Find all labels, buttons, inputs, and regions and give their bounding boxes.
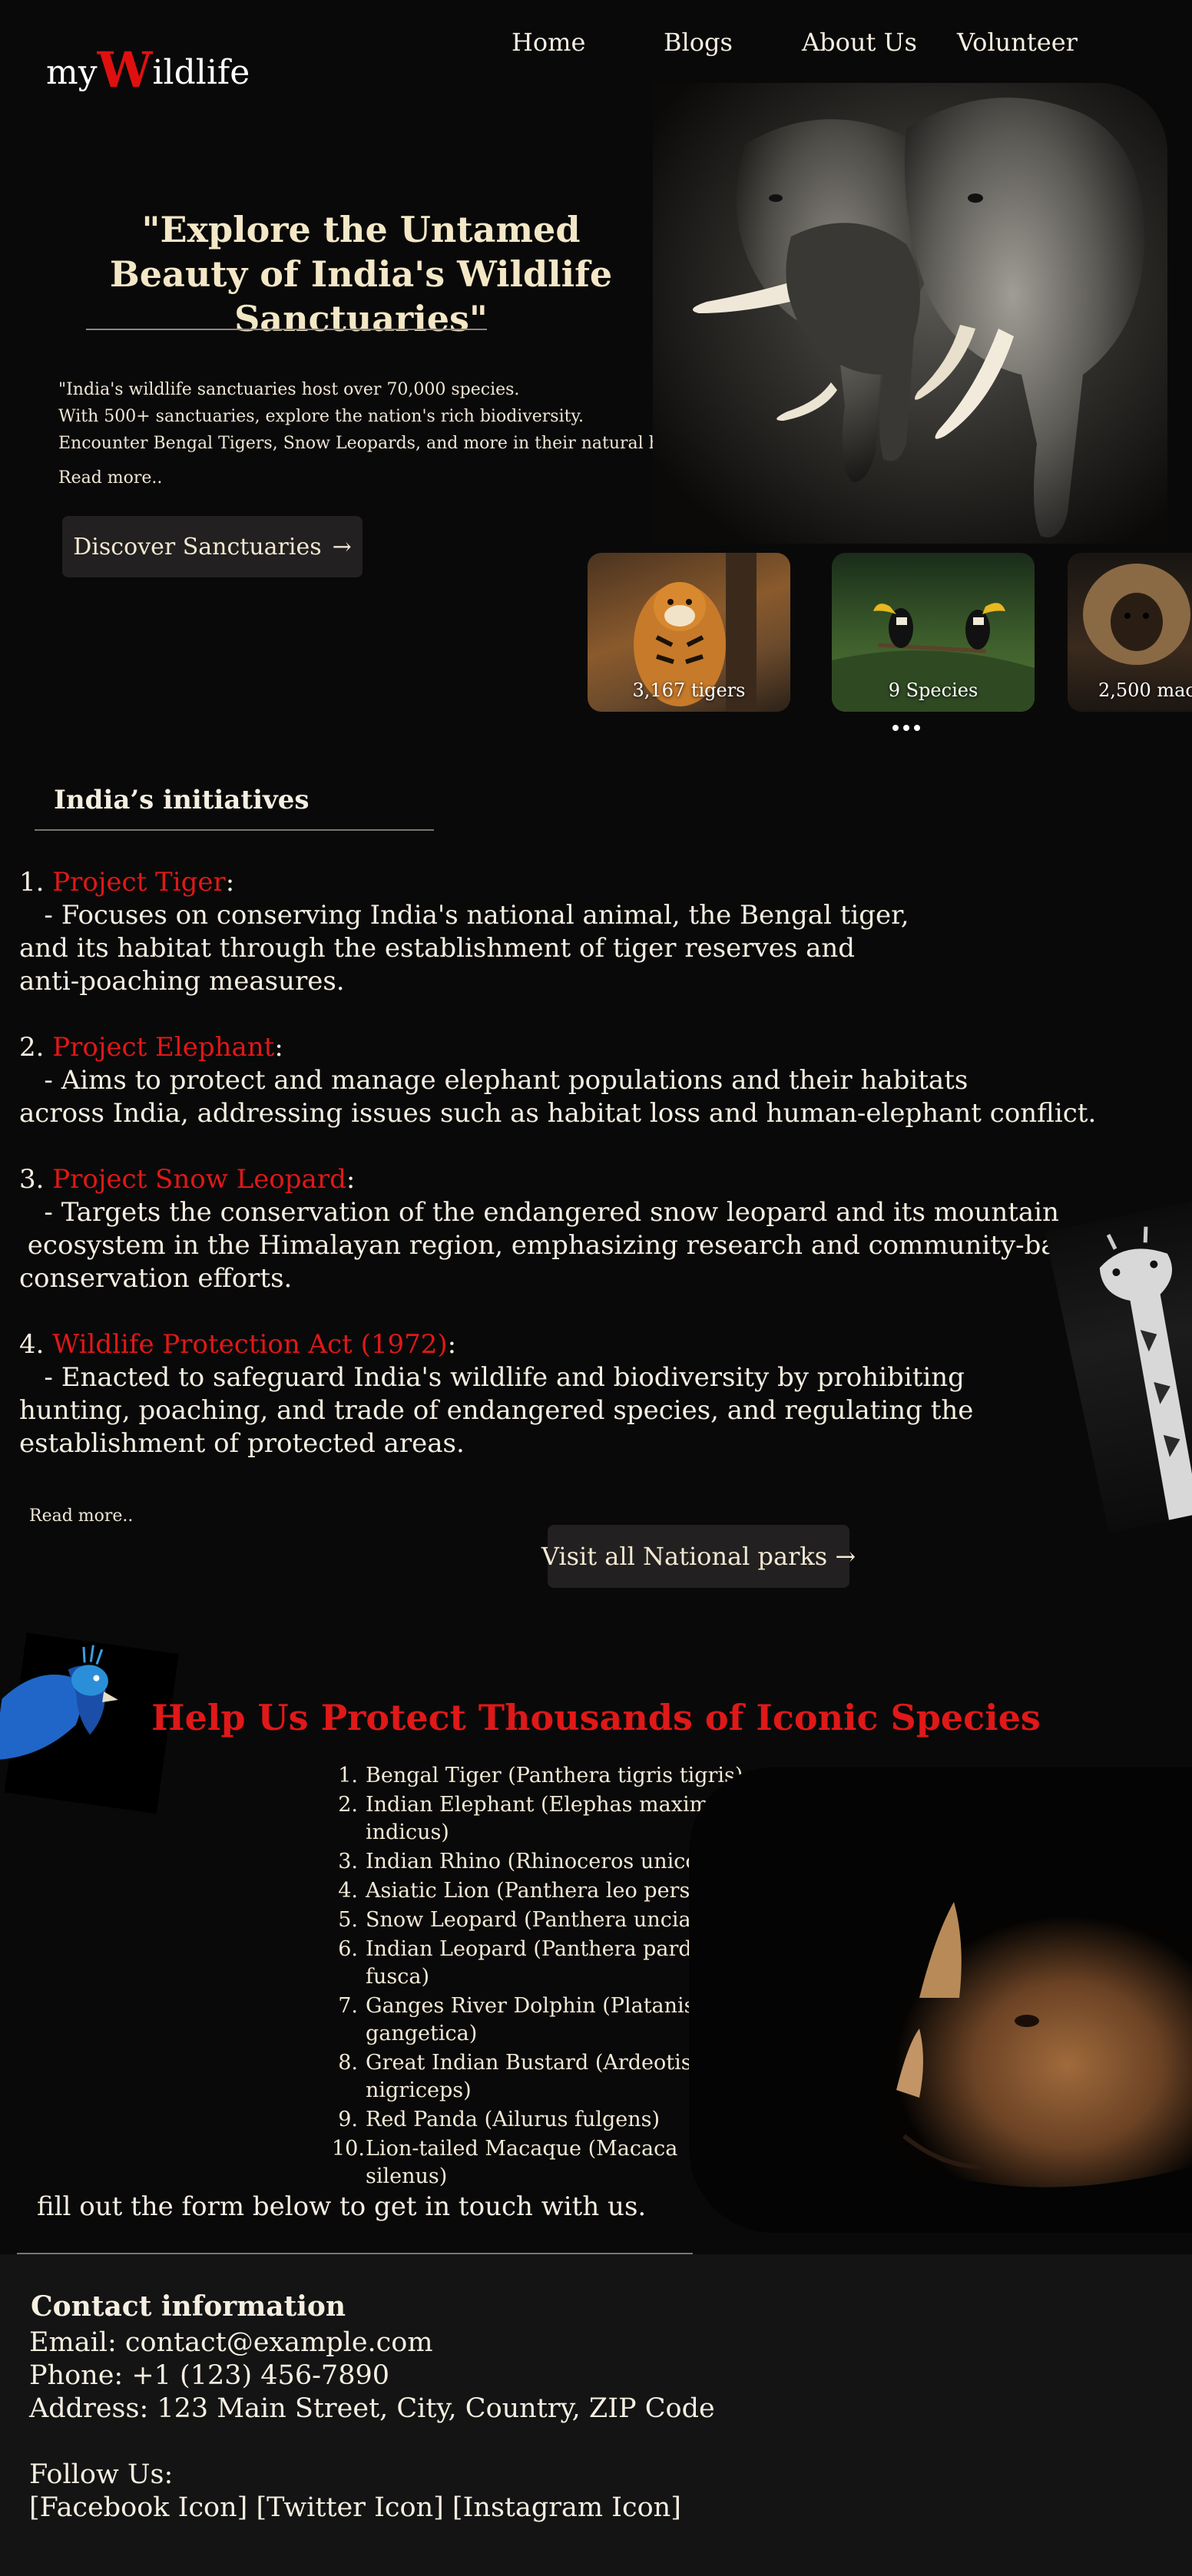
- form-prompt: fill out the form below to get in touch …: [37, 2191, 647, 2222]
- species-item: 1. Bengal Tiger (Panthera tigris tigris): [332, 1762, 762, 1790]
- species-name: Snow Leopard (Panthera uncia): [366, 1908, 700, 1932]
- initiatives-read-more-link[interactable]: Read more..: [29, 1506, 133, 1526]
- follow-us: Follow Us: [Facebook Icon] [Twitter Icon…: [29, 2459, 681, 2525]
- discover-sanctuaries-button[interactable]: Discover Sanctuaries →: [62, 516, 363, 577]
- initiative-line: hunting, poaching, and trade of endanger…: [19, 1395, 974, 1426]
- initiative-item: 1. Project Tiger: - Focuses on conservin…: [19, 866, 1094, 998]
- species-name: Asiatic Lion (Panthera leo persica): [366, 1879, 729, 1903]
- carousel-dot[interactable]: [892, 725, 899, 731]
- species-section-title: Help Us Protect Thousands of Iconic Spec…: [151, 1697, 1041, 1738]
- hero-quote-line: "India's wildlife sanctuaries host over …: [58, 380, 520, 399]
- contact-phone[interactable]: Phone: +1 (123) 456-7890: [29, 2359, 715, 2392]
- initiative-number: 2.: [19, 1032, 45, 1063]
- hero-quote-line: Encounter Bengal Tigers, Snow Leopards, …: [58, 434, 732, 453]
- initiative-name[interactable]: Project Snow Leopard: [52, 1164, 346, 1195]
- carousel-dot[interactable]: [903, 725, 909, 731]
- nav-about-us[interactable]: About Us: [802, 28, 917, 57]
- hero-quote-line: With 500+ sanctuaries, explore the natio…: [58, 407, 584, 426]
- initiative-line: establishment of protected areas.: [19, 1428, 465, 1459]
- rhino-illustration: [879, 1902, 1192, 2187]
- elephants-illustration: [693, 98, 1144, 537]
- site-logo[interactable]: myWildlife: [46, 41, 250, 99]
- elephants-image: [653, 83, 1167, 544]
- initiative-line: - Targets the conservation of the endang…: [19, 1197, 1059, 1228]
- initiative-line: ecosystem in the Himalayan region, empha…: [19, 1230, 1103, 1261]
- contact-address: Address: 123 Main Street, City, Country,…: [29, 2393, 715, 2424]
- initiative-line: - Focuses on conserving India's national…: [19, 900, 909, 931]
- contact-title: Contact information: [31, 2290, 346, 2323]
- initiative-number: 3.: [19, 1164, 45, 1195]
- discover-label: Discover Sanctuaries: [73, 533, 322, 561]
- initiative-name[interactable]: Wildlife Protection Act (1972): [52, 1329, 447, 1360]
- initiative-name[interactable]: Project Tiger: [52, 867, 225, 898]
- instagram-link[interactable]: [Instagram Icon]: [452, 2492, 681, 2523]
- nav-home[interactable]: Home: [512, 28, 585, 57]
- species-count-label: 9 Species: [888, 680, 978, 701]
- hero-quote: "India's wildlife sanctuaries host over …: [58, 376, 734, 457]
- initiative-line: anti-poaching measures.: [19, 966, 345, 997]
- initiative-item: 2. Project Elephant: - Aims to protect a…: [19, 1032, 1097, 1129]
- carousel-dots[interactable]: [892, 725, 920, 734]
- tiger-count-label: 3,167 tigers: [632, 680, 746, 701]
- initiative-number: 4.: [19, 1329, 45, 1360]
- hero-read-more-link[interactable]: Read more..: [58, 468, 162, 488]
- logo-suffix: ildlife: [152, 53, 250, 92]
- visit-label: Visit all National parks: [541, 1542, 828, 1571]
- macaque-count-label: 2,500 macaques: [1098, 680, 1192, 701]
- initiative-line: - Aims to protect and manage elephant po…: [19, 1065, 969, 1096]
- visit-national-parks-button[interactable]: Visit all National parks →: [541, 1525, 856, 1588]
- follow-title: Follow Us:: [29, 2459, 174, 2490]
- initiative-number: 1.: [19, 867, 45, 898]
- logo-prefix: my: [46, 53, 98, 92]
- form-divider: [17, 2253, 693, 2254]
- rhino-image: [689, 1767, 1192, 2233]
- initiative-line: conservation efforts.: [19, 1263, 293, 1294]
- contact-details: Email: contact@example.com Phone: +1 (12…: [29, 2326, 715, 2426]
- species-name: Red Panda (Ailurus fulgens): [366, 2108, 661, 2131]
- facebook-link[interactable]: [Facebook Icon]: [29, 2492, 247, 2523]
- nav-volunteer[interactable]: Volunteer: [957, 28, 1078, 57]
- initiative-item: 4. Wildlife Protection Act (1972): - Ena…: [19, 1328, 1094, 1460]
- initiatives-divider: [35, 829, 434, 831]
- hornbill-card[interactable]: 9 Species: [832, 553, 1035, 712]
- initiatives-title: India’s initiatives: [54, 785, 310, 815]
- hero-title: "Explore the Untamed Beauty of India's W…: [109, 209, 613, 339]
- initiative-item: 3. Project Snow Leopard: - Targets the c…: [19, 1164, 1103, 1294]
- tiger-card[interactable]: 3,167 tigers: [588, 553, 790, 712]
- contact-email[interactable]: Email: contact@example.com: [29, 2326, 715, 2359]
- main-nav: Home Blogs About Us Volunteer: [476, 28, 1114, 58]
- arrow-right-icon: →: [332, 533, 352, 561]
- twitter-link[interactable]: [Twitter Icon]: [256, 2492, 443, 2523]
- initiative-line: across India, addressing issues such as …: [19, 1098, 1097, 1129]
- initiative-line: and its habitat through the establishmen…: [19, 933, 856, 964]
- logo-w-letter: W: [97, 41, 153, 99]
- species-name: Bengal Tiger (Panthera tigris tigris): [366, 1764, 743, 1787]
- initiatives-list: 1. Project Tiger: - Focuses on conservin…: [19, 866, 1103, 1493]
- arrow-right-icon: →: [835, 1542, 856, 1571]
- hero-divider: [86, 329, 487, 330]
- carousel-dot[interactable]: [914, 725, 920, 731]
- initiative-line: - Enacted to safeguard India's wildlife …: [19, 1362, 965, 1393]
- initiative-name[interactable]: Project Elephant: [52, 1032, 274, 1063]
- nav-blogs[interactable]: Blogs: [664, 28, 733, 57]
- macaque-card[interactable]: 2,500 macaques: [1068, 553, 1192, 712]
